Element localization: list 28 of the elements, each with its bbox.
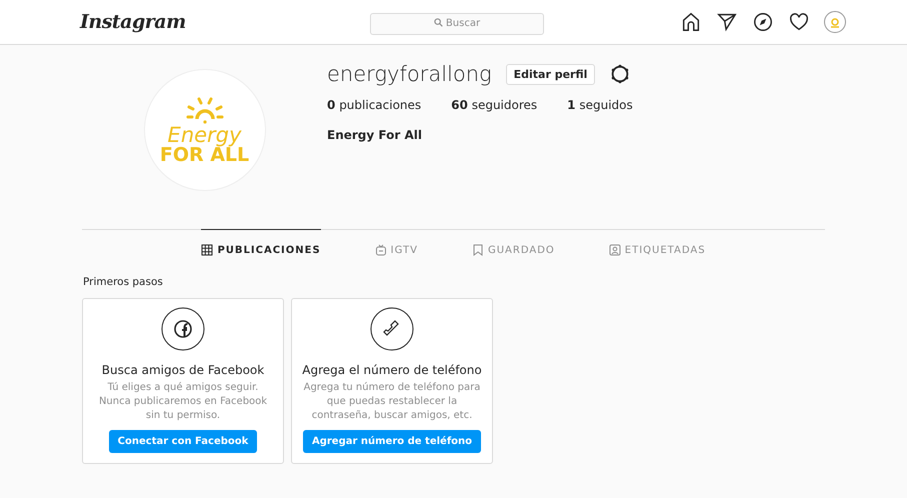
profile-stat[interactable]: 0 publicaciones [327, 98, 422, 112]
heart-icon[interactable] [788, 11, 810, 33]
phone-icon [370, 307, 414, 351]
logo-text: Energy [168, 125, 242, 145]
person-tag-icon [608, 244, 621, 256]
card-description: Tú eliges a qué amigos seguir. Nunca publicaremos en Facebook sin tu permiso. [98, 381, 268, 423]
profile-stat[interactable]: 60 seguidores [451, 98, 538, 112]
facebook-icon [161, 307, 205, 351]
profile-tab[interactable]: PUBLICACIONES [201, 229, 321, 270]
section-title: Primeros pasos [83, 276, 164, 288]
instagram-logo[interactable]: Instagram [80, 11, 370, 33]
card-title: Agrega el número de teléfono [302, 363, 482, 377]
profile-stat[interactable]: 1 seguidos [567, 98, 633, 112]
profile-avatar[interactable] [824, 11, 846, 33]
paper-plane-icon[interactable] [716, 11, 738, 33]
bookmark-icon [472, 244, 484, 256]
tv-icon [374, 244, 387, 256]
compass-icon[interactable] [752, 11, 774, 33]
full-name: Energy For All [327, 128, 423, 142]
card-title: Busca amigos de Facebook [102, 363, 264, 377]
search-field[interactable]: Buscar [370, 12, 544, 34]
grid-icon [201, 244, 214, 256]
edit-profile-button[interactable]: Editar perfil [506, 64, 596, 84]
search-icon [434, 18, 443, 27]
card-description: Agrega tu número de teléfono para que puedas restablecer la contraseña, buscar amigos, etc. [302, 381, 482, 423]
username: energyforallong [327, 62, 492, 86]
logo-text: FOR ALL [160, 145, 250, 165]
home-icon[interactable] [680, 11, 702, 33]
